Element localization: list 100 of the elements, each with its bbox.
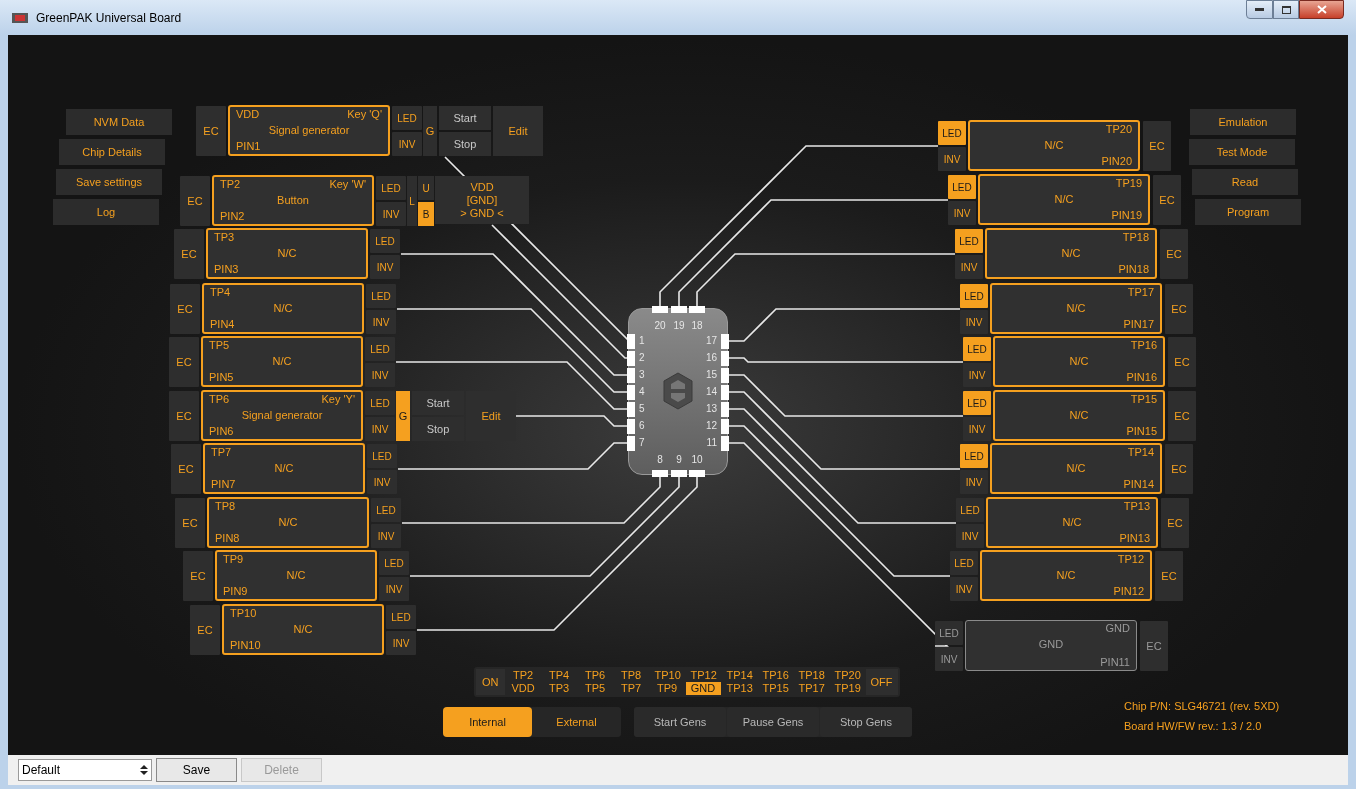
ec-button[interactable]: EC: [1165, 444, 1193, 494]
off-button[interactable]: OFF: [865, 669, 898, 695]
g-toggle[interactable]: G: [396, 391, 410, 441]
mode-toggle[interactable]: B: [418, 202, 434, 226]
pin-tile[interactable]: TP15 N/C PIN15: [993, 390, 1165, 441]
ec-button[interactable]: EC: [169, 391, 199, 441]
ec-button[interactable]: EC: [1160, 229, 1188, 279]
ec-button[interactable]: EC: [196, 106, 226, 156]
inv-button[interactable]: INV: [379, 577, 409, 601]
tp-option[interactable]: TP17: [793, 682, 829, 695]
menu-button[interactable]: Emulation: [1190, 109, 1296, 135]
menu-button[interactable]: Test Mode: [1189, 139, 1295, 165]
inv-button[interactable]: INV: [955, 255, 983, 279]
ec-button[interactable]: EC: [1143, 121, 1171, 171]
tp-option[interactable]: TP5: [577, 682, 613, 695]
generator-button[interactable]: Stop Gens: [820, 707, 912, 737]
generator-button[interactable]: Start Gens: [634, 707, 726, 737]
inv-button[interactable]: INV: [386, 631, 416, 655]
inv-button[interactable]: INV: [960, 470, 988, 494]
on-button[interactable]: ON: [476, 669, 505, 695]
start-button[interactable]: Start: [412, 391, 464, 415]
led-button[interactable]: LED: [955, 229, 983, 253]
maximize-button[interactable]: [1273, 0, 1299, 19]
inv-button[interactable]: INV: [948, 201, 976, 225]
ec-button[interactable]: EC: [183, 551, 213, 601]
tp-option[interactable]: TP14: [721, 669, 757, 682]
led-button[interactable]: LED: [379, 551, 409, 575]
led-button[interactable]: LED: [371, 498, 401, 522]
tp-option[interactable]: TP12: [685, 669, 721, 682]
pin-tile[interactable]: TP2 Key 'W' Button PIN2: [212, 175, 374, 226]
inv-button[interactable]: INV: [376, 202, 406, 226]
inv-button[interactable]: INV: [963, 363, 991, 387]
l-toggle[interactable]: L: [407, 176, 417, 226]
led-button[interactable]: LED: [938, 121, 966, 145]
tp-option[interactable]: TP4: [541, 669, 577, 682]
inv-button[interactable]: INV: [366, 310, 396, 334]
pin-tile[interactable]: TP12 N/C PIN12: [980, 550, 1152, 601]
stop-button[interactable]: Stop: [439, 132, 491, 156]
led-button[interactable]: LED: [365, 391, 395, 415]
close-button[interactable]: [1299, 0, 1344, 19]
tp-option[interactable]: TP9: [649, 682, 685, 695]
preset-dropdown[interactable]: Default: [18, 759, 152, 781]
inv-button[interactable]: INV: [956, 524, 984, 548]
inv-button[interactable]: INV: [370, 255, 400, 279]
pin-tile[interactable]: TP6 Key 'Y' Signal generator PIN6: [201, 390, 363, 441]
ec-button[interactable]: EC: [174, 229, 204, 279]
pin-tile[interactable]: TP19 N/C PIN19: [978, 174, 1150, 225]
led-button[interactable]: LED: [365, 337, 395, 361]
ec-button[interactable]: EC: [171, 444, 201, 494]
ec-button[interactable]: EC: [1165, 284, 1193, 334]
inv-button[interactable]: INV: [392, 132, 422, 156]
tp-option[interactable]: TP18: [793, 669, 829, 682]
pin-tile[interactable]: TP10 N/C PIN10: [222, 604, 384, 655]
ec-button[interactable]: EC: [180, 176, 210, 226]
tp-option[interactable]: TP19: [829, 682, 865, 695]
led-button[interactable]: LED: [960, 284, 988, 308]
menu-button[interactable]: Save settings: [56, 169, 162, 195]
pin-tile[interactable]: TP7 N/C PIN7: [203, 443, 365, 494]
tp-option[interactable]: TP2: [505, 669, 541, 682]
tp-option[interactable]: TP15: [757, 682, 793, 695]
pin-tile[interactable]: TP20 N/C PIN20: [968, 120, 1140, 171]
pin-tile[interactable]: VDD Key 'Q' Signal generator PIN1: [228, 105, 390, 156]
pin-tile[interactable]: TP14 N/C PIN14: [990, 443, 1162, 494]
ec-button[interactable]: EC: [1155, 551, 1183, 601]
tp-option[interactable]: TP8: [613, 669, 649, 682]
tp-option[interactable]: TP3: [541, 682, 577, 695]
inv-button[interactable]: INV: [367, 470, 397, 494]
led-button[interactable]: LED: [950, 551, 978, 575]
inv-button[interactable]: INV: [365, 417, 395, 441]
mode-toggle[interactable]: U: [418, 176, 434, 200]
tp-option[interactable]: TP6: [577, 669, 613, 682]
inv-button[interactable]: INV: [950, 577, 978, 601]
ec-button[interactable]: EC: [1140, 621, 1168, 671]
led-button[interactable]: LED: [370, 229, 400, 253]
tp-option[interactable]: TP16: [757, 669, 793, 682]
led-button[interactable]: LED: [386, 605, 416, 629]
inv-button[interactable]: INV: [371, 524, 401, 548]
led-button[interactable]: LED: [367, 444, 397, 468]
start-button[interactable]: Start: [439, 106, 491, 130]
ec-button[interactable]: EC: [169, 337, 199, 387]
tp-option[interactable]: TP7: [613, 682, 649, 695]
g-toggle[interactable]: G: [423, 106, 437, 156]
pin-tile[interactable]: TP5 N/C PIN5: [201, 336, 363, 387]
tp-option[interactable]: TP13: [721, 682, 757, 695]
led-button[interactable]: LED: [963, 337, 991, 361]
tp-option[interactable]: GND: [685, 682, 721, 695]
menu-button[interactable]: Program: [1195, 199, 1301, 225]
ec-button[interactable]: EC: [170, 284, 200, 334]
pin-tile[interactable]: TP3 N/C PIN3: [206, 228, 368, 279]
led-button[interactable]: LED: [960, 444, 988, 468]
menu-button[interactable]: Chip Details: [59, 139, 165, 165]
ec-button[interactable]: EC: [175, 498, 205, 548]
bottom-button[interactable]: Save: [156, 758, 237, 782]
menu-button[interactable]: NVM Data: [66, 109, 172, 135]
led-button[interactable]: LED: [963, 391, 991, 415]
led-button[interactable]: LED: [948, 175, 976, 199]
pin-tile[interactable]: TP13 N/C PIN13: [986, 497, 1158, 548]
ec-button[interactable]: EC: [1161, 498, 1189, 548]
led-button[interactable]: LED: [376, 176, 406, 200]
pin-tile[interactable]: TP8 N/C PIN8: [207, 497, 369, 548]
